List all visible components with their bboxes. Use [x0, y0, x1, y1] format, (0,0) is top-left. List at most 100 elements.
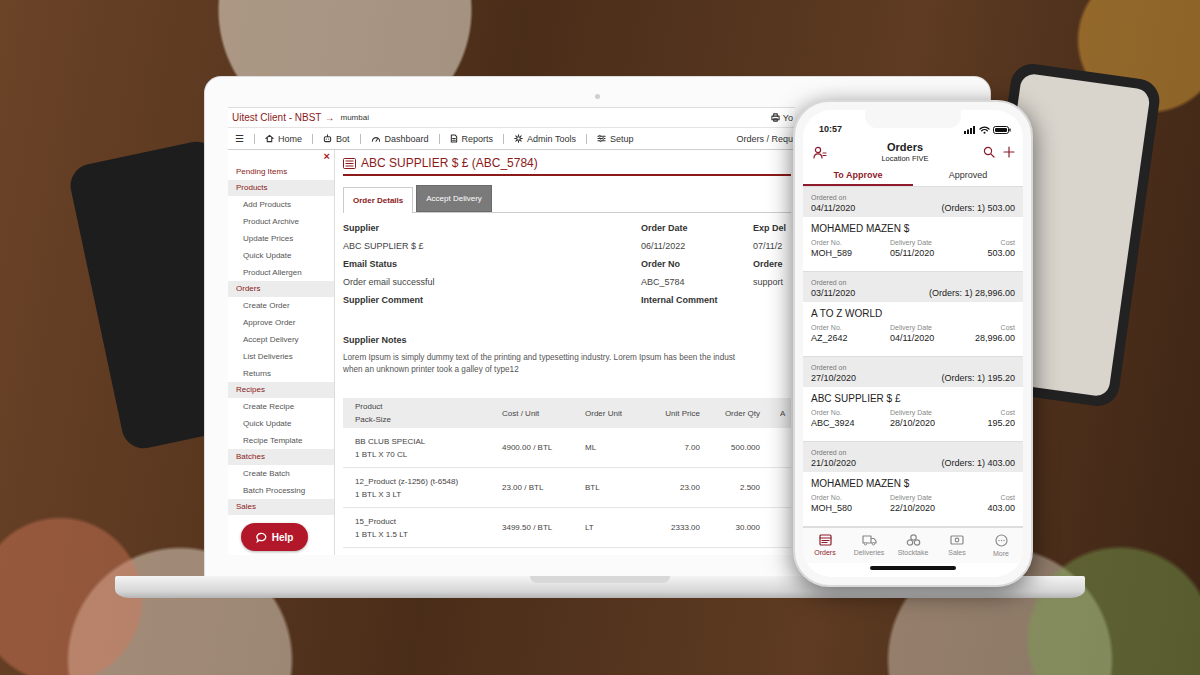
sidebar-item[interactable]: Create Order	[228, 297, 334, 314]
nav-item[interactable]: Admin Tools	[514, 134, 576, 144]
order-card[interactable]: A TO Z WORLDOrder No.AZ_2642Delivery Dat…	[803, 302, 1023, 357]
column-header[interactable]: Cost / Unit	[493, 407, 576, 420]
sidebar-item[interactable]: Returns	[228, 365, 334, 382]
field-label: Internal Comment	[641, 291, 753, 309]
sidebar-item[interactable]: Approve Order	[228, 314, 334, 331]
field-label: Order No	[641, 255, 753, 273]
tab[interactable]: Order Details	[343, 187, 413, 213]
ordered-date: 03/11/2020	[811, 287, 855, 299]
separator	[312, 134, 313, 144]
nav-item[interactable]: Dashboard	[371, 134, 429, 144]
sidebar-section[interactable]: Batches	[228, 449, 334, 465]
web-app: Uitest Client - NBST→mumbaiYo☰HomeBotDas…	[228, 107, 795, 555]
sidebar-item[interactable]: Product Archive	[228, 213, 334, 230]
table-cell: 7.00	[638, 443, 700, 452]
order-field: Order No.AZ_2642	[811, 323, 890, 344]
sidebar-item[interactable]: Quick Update	[228, 415, 334, 432]
nav-item[interactable]: Reports	[450, 134, 494, 144]
column-header[interactable]: Order Qty	[700, 407, 760, 420]
column-header[interactable]: Order Unit	[576, 407, 638, 420]
table-cell: 30.000	[700, 523, 760, 532]
sidebar-section[interactable]: Products	[228, 180, 334, 196]
field: Internal Comment	[641, 291, 753, 309]
order-card[interactable]: ABC SUPPLIER $ £Order No.ABC_3924Deliver…	[803, 387, 1023, 442]
column-header[interactable]: Unit Price	[638, 407, 700, 420]
bottom-tab[interactable]: More	[979, 528, 1023, 563]
print-icon[interactable]	[771, 113, 780, 122]
column-label: Product	[355, 400, 493, 413]
column-label: Unit Price	[638, 407, 700, 420]
gear-icon	[514, 134, 523, 143]
sidebar-item[interactable]: Recipe Template	[228, 432, 334, 449]
bottom-tab[interactable]: Orders	[803, 528, 847, 563]
bottom-tab[interactable]: Deliveries	[847, 528, 891, 563]
column-header[interactable]: ProductPack-Size	[343, 400, 493, 426]
table-row[interactable]: BB CLUB SPECIAL1 BTL X 70 CL4900.00 / BT…	[343, 428, 791, 468]
nav-item[interactable]: Bot	[323, 134, 350, 144]
sidebar-item[interactable]: Add Products	[228, 196, 334, 213]
table-row[interactable]: 15_Product1 BTL X 1.5 LT3499.50 / BTLLT2…	[343, 508, 791, 548]
tab-label: Orders	[814, 548, 835, 557]
sidebar-item[interactable]: Create Recipe	[228, 398, 334, 415]
field-value: 04/11/2020	[890, 332, 975, 344]
column-header[interactable]: A	[760, 407, 791, 420]
tab[interactable]: Approved	[913, 166, 1023, 186]
tab[interactable]: To Approve	[803, 166, 913, 186]
search-icon[interactable]	[983, 146, 995, 158]
sidebar-item[interactable]: Quick Update	[228, 247, 334, 264]
tab-bar: Order DetailsAccept Delivery	[343, 185, 791, 213]
menu-icon[interactable]: ☰	[235, 133, 244, 144]
sidebar-item[interactable]: Product Allergen	[228, 264, 334, 281]
wifi-icon	[979, 126, 990, 134]
field-value: MOH_580	[811, 502, 890, 514]
nav-label: Dashboard	[385, 134, 429, 144]
field-value: 28,996.00	[975, 332, 1015, 344]
nav-label: Admin Tools	[527, 134, 576, 144]
table-cell: 2333.00	[638, 523, 700, 532]
sidebar-item[interactable]: Create Batch	[228, 465, 334, 482]
tab[interactable]: Accept Delivery	[416, 185, 492, 212]
nav-item[interactable]: Home	[265, 134, 302, 144]
sidebar-item[interactable]: Batch Processing	[228, 482, 334, 499]
order-fields: Order No.ABC_3924Delivery Date28/10/2020…	[811, 408, 1015, 429]
field-value: 403.00	[987, 502, 1015, 514]
field-row: SupplierABC SUPPLIER $ £Order Date06/11/…	[343, 219, 791, 255]
field-label: Ordere	[753, 255, 791, 273]
location-name[interactable]: mumbai	[340, 113, 368, 122]
tab-label: Sales	[948, 548, 966, 557]
pack-size: 1 BTL X 3 LT	[355, 488, 493, 501]
nav-item[interactable]: Setup	[597, 134, 634, 144]
sidebar-item[interactable]: Accept Delivery	[228, 331, 334, 348]
sidebar-section[interactable]: Recipes	[228, 382, 334, 398]
sidebar-item[interactable]: Pending Items	[228, 163, 334, 180]
sidebar-section[interactable]: Orders	[228, 281, 334, 297]
order-card[interactable]: MOHAMED MAZEN $Order No.MOH_589Delivery …	[803, 217, 1023, 272]
plus-icon[interactable]	[1003, 146, 1015, 158]
close-button[interactable]: ×	[324, 150, 330, 163]
sidebar-item[interactable]: Update Prices	[228, 230, 334, 247]
showcase: Uitest Client - NBST→mumbaiYo☰HomeBotDas…	[0, 0, 1200, 675]
field-value: 503.00	[987, 247, 1015, 259]
sidebar-section[interactable]: Sales	[228, 499, 334, 515]
field-label: Cost	[1001, 493, 1015, 502]
ordered-date: 21/10/2020	[811, 457, 856, 469]
sidebar-item[interactable]: List Deliveries	[228, 348, 334, 365]
user-name[interactable]: Yo	[783, 113, 793, 123]
table-row[interactable]: 12_Product (z-1256) (t-6548)1 BTL X 3 LT…	[343, 468, 791, 508]
product-name: 15_Product	[355, 515, 493, 528]
supplier-name: MOHAMED MAZEN $	[811, 476, 1015, 491]
tab-label: Stocktake	[898, 548, 929, 557]
nav-item[interactable]: Orders / Requ	[736, 134, 793, 144]
location-label[interactable]: Location FIVE	[827, 154, 983, 164]
app-header: Uitest Client - NBST→mumbaiYo	[228, 108, 795, 128]
help-button[interactable]: Help	[241, 523, 308, 551]
client-name[interactable]: Uitest Client - NBST	[232, 112, 321, 123]
product-cell: 15_Product1 BTL X 1.5 LT	[343, 515, 493, 541]
product-name: BB CLUB SPECIAL	[355, 435, 493, 448]
bottom-tab[interactable]: Sales	[935, 528, 979, 563]
app-body: ×Pending ItemsProductsAdd ProductsProduc…	[228, 150, 795, 555]
nav-label: Home	[278, 134, 302, 144]
order-card[interactable]: MOHAMED MAZEN $Order No.MOH_580Delivery …	[803, 472, 1023, 527]
bottom-tab[interactable]: Stocktake	[891, 528, 935, 563]
person-icon[interactable]	[813, 146, 827, 159]
